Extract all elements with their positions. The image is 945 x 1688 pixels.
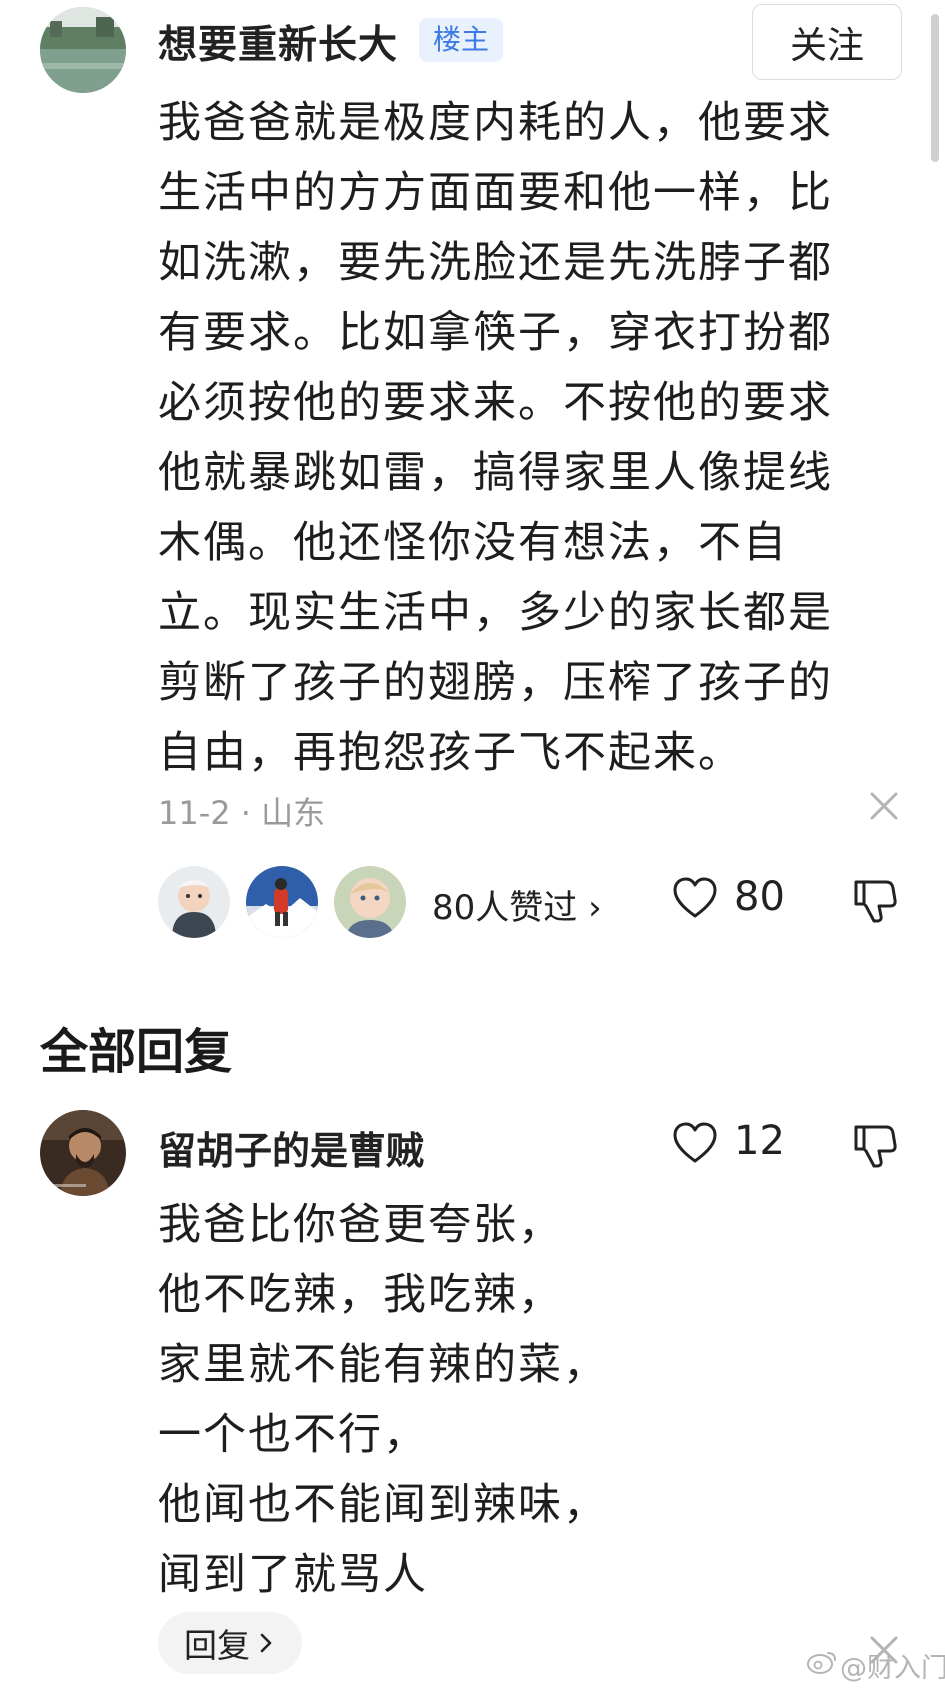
author-avatar[interactable] xyxy=(40,7,126,93)
reply-like-count: 12 xyxy=(734,1118,785,1164)
thumbs-down-icon[interactable] xyxy=(852,876,898,924)
follow-button[interactable]: 关注 xyxy=(752,4,902,80)
thumbs-down-icon[interactable] xyxy=(852,1121,898,1169)
liker-avatar[interactable] xyxy=(158,866,230,938)
watermark: @财入门 xyxy=(806,1646,945,1685)
post-meta: 11-2 · 山东 xyxy=(158,794,326,832)
liker-avatar[interactable] xyxy=(246,866,318,938)
chevron-right-icon xyxy=(258,1624,274,1663)
like-count: 80 xyxy=(734,874,785,920)
author-name[interactable]: 想要重新长大 xyxy=(158,14,398,70)
all-replies-heading: 全部回复 xyxy=(40,1024,233,1080)
scrollbar[interactable] xyxy=(931,14,939,162)
weibo-logo-icon xyxy=(806,1649,838,1682)
liker-avatar[interactable] xyxy=(334,866,406,938)
close-icon[interactable] xyxy=(866,788,902,824)
reply-author-avatar[interactable] xyxy=(40,1110,126,1196)
reply-button-label: 回复 xyxy=(184,1626,250,1665)
heart-icon[interactable] xyxy=(671,1121,719,1165)
watermark-text: @财入门 xyxy=(840,1653,945,1684)
likers-summary-link[interactable]: 80人赞过 › xyxy=(432,880,602,929)
heart-icon[interactable] xyxy=(671,876,719,920)
reply-body: 我爸比你爸更夸张， 他不吃辣，我吃辣， 家里就不能有辣的菜， 一个也不行， 他闻… xyxy=(158,1200,608,1600)
post-body: 我爸爸就是极度内耗的人，他要求 生活中的方方面面要和他一样，比 如洗漱，要先洗脸… xyxy=(158,98,833,778)
reply-author-name[interactable]: 留胡子的是曹贼 xyxy=(158,1120,424,1175)
owner-badge: 楼主 xyxy=(419,18,504,62)
view-replies-button[interactable]: 回复 xyxy=(158,1612,302,1674)
